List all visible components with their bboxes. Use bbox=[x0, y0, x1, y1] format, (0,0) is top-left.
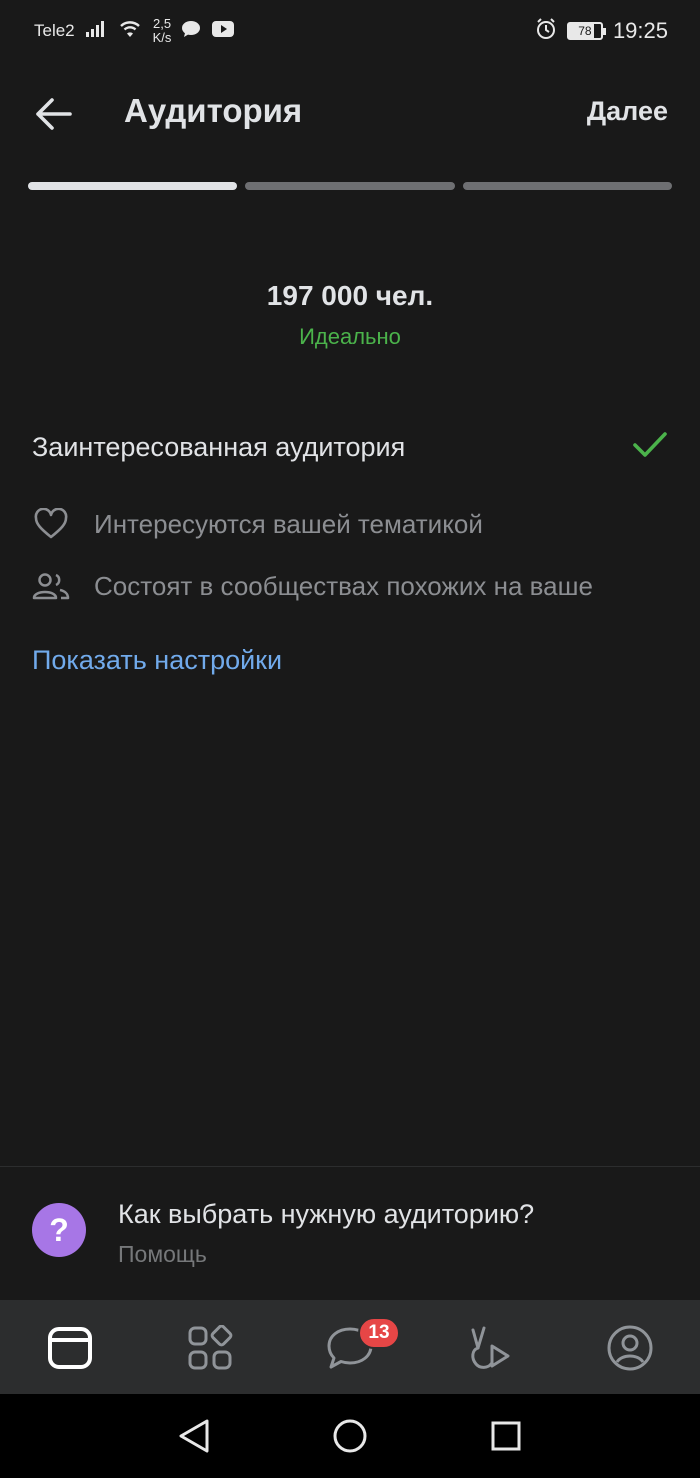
help-subtitle: Помощь bbox=[118, 1241, 207, 1267]
speed-value: 2,5 bbox=[153, 16, 172, 31]
wifi-icon bbox=[117, 19, 143, 44]
clips-icon bbox=[471, 1326, 510, 1369]
bottom-tab-bar: 13 bbox=[0, 1300, 700, 1394]
speed-unit: K/s bbox=[152, 30, 172, 45]
help-title: Как выбрать нужную аудиторию? bbox=[118, 1199, 535, 1229]
messages-badge: 13 bbox=[358, 1317, 400, 1349]
carrier-label: Tele2 bbox=[34, 21, 75, 40]
tab-profile[interactable] bbox=[606, 1324, 654, 1372]
status-bar: Tele2 2,5 K/s 78 19:25 bbox=[0, 0, 700, 62]
system-back-button[interactable] bbox=[174, 1416, 214, 1456]
network-speed: 2,5 K/s bbox=[153, 17, 172, 45]
show-settings-link[interactable]: Показать настройки bbox=[32, 645, 282, 676]
youtube-notification-icon bbox=[211, 20, 235, 43]
progress-step-2 bbox=[245, 182, 455, 190]
circle-home-icon bbox=[333, 1419, 367, 1453]
question-icon: ? bbox=[32, 1203, 86, 1257]
progress-step-3 bbox=[462, 182, 672, 190]
users-icon bbox=[32, 570, 70, 602]
next-button[interactable]: Далее bbox=[587, 96, 668, 127]
alarm-icon bbox=[535, 17, 557, 45]
app-header: Аудитория Далее bbox=[0, 72, 700, 152]
tab-services[interactable] bbox=[186, 1324, 234, 1372]
audience-reach: 197 000 чел. Идеально bbox=[0, 280, 700, 350]
heart-icon bbox=[32, 508, 70, 540]
status-bar-right: 78 19:25 bbox=[535, 17, 668, 45]
square-recents-icon bbox=[491, 1421, 521, 1451]
check-icon bbox=[632, 430, 668, 465]
back-button[interactable] bbox=[34, 94, 74, 134]
profile-icon bbox=[607, 1325, 653, 1371]
page-title: Аудитория bbox=[124, 92, 303, 129]
system-recents-button[interactable] bbox=[486, 1416, 526, 1456]
tab-feed[interactable] bbox=[46, 1324, 94, 1372]
audience-criterion-interests: Интересуются вашей тематикой bbox=[32, 504, 672, 544]
clock: 19:25 bbox=[612, 18, 668, 43]
signal-icon bbox=[85, 20, 107, 43]
arrow-left-icon bbox=[36, 98, 72, 130]
chat-notification-icon bbox=[181, 20, 201, 43]
system-home-button[interactable] bbox=[330, 1416, 370, 1456]
criterion-label: Интересуются вашей тематикой bbox=[94, 508, 483, 539]
status-bar-left: Tele2 2,5 K/s bbox=[34, 17, 235, 45]
audience-criterion-communities: Состоят в сообществах похожих на ваше bbox=[32, 566, 672, 606]
tab-clips[interactable] bbox=[466, 1324, 514, 1372]
step-progress bbox=[28, 182, 672, 190]
feed-icon bbox=[48, 1327, 92, 1369]
triangle-back-icon bbox=[179, 1419, 209, 1453]
interested-audience-label: Заинтересованная аудитория bbox=[32, 431, 406, 462]
system-navigation-bar bbox=[0, 1394, 700, 1478]
reach-quality: Идеально bbox=[299, 324, 401, 349]
services-icon bbox=[188, 1325, 233, 1370]
progress-step-1 bbox=[28, 182, 238, 190]
reach-count: 197 000 чел. bbox=[266, 280, 434, 311]
help-banner[interactable]: ? Как выбрать нужную аудиторию? Помощь bbox=[0, 1166, 700, 1299]
interested-audience-option[interactable]: Заинтересованная аудитория bbox=[32, 422, 668, 472]
criterion-label: Состоят в сообществах похожих на ваше bbox=[94, 570, 593, 601]
battery-indicator: 78 bbox=[566, 22, 606, 40]
